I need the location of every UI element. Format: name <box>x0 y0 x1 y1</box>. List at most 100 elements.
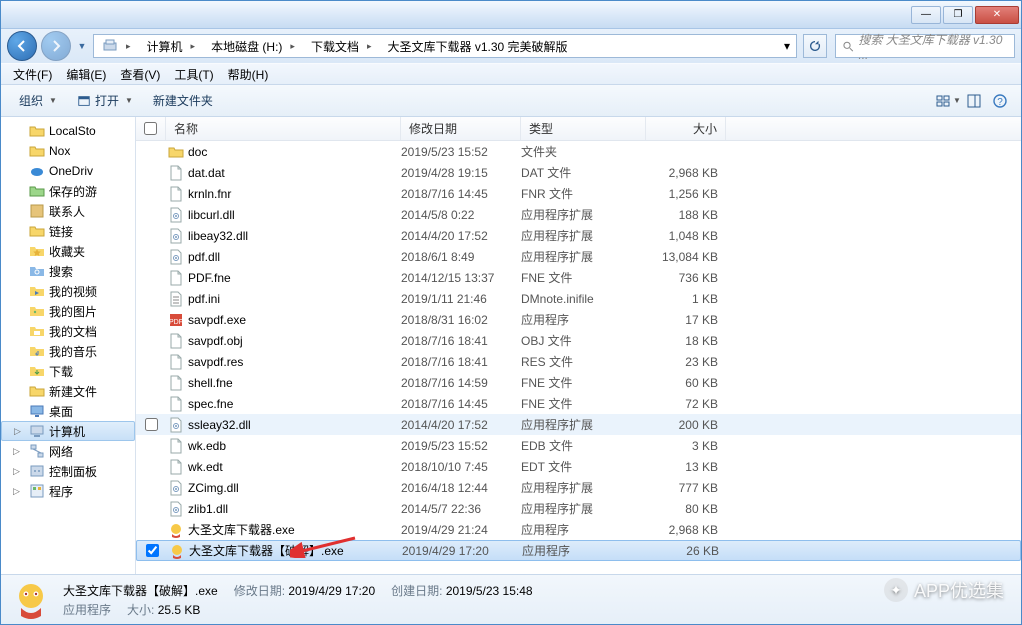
preview-pane-button[interactable] <box>961 89 987 113</box>
file-row[interactable]: PDF.fne2014/12/15 13:37FNE 文件736 KB <box>136 267 1021 288</box>
file-row[interactable]: pdf.ini2019/1/11 21:46DMnote.inifile1 KB <box>136 288 1021 309</box>
menu-file[interactable]: 文件(F) <box>7 64 58 85</box>
file-icon <box>168 438 184 454</box>
sidebar-item-12[interactable]: 下载 <box>1 361 135 381</box>
sidebar-item-label: 桌面 <box>49 403 73 420</box>
navigation-sidebar[interactable]: LocalStoNox OneDriv 保存的游联系人链接收藏夹搜索我的视频我的图片… <box>1 117 136 574</box>
sidebar-item-11[interactable]: 我的音乐 <box>1 341 135 361</box>
file-row[interactable]: shell.fne2018/7/16 14:59FNE 文件60 KB <box>136 372 1021 393</box>
file-type: EDT 文件 <box>521 458 646 475</box>
sidebar-item-16[interactable]: ▷网络 <box>1 441 135 461</box>
breadcrumb-seg-0[interactable]: 计算机▸ <box>139 35 204 57</box>
desktop-icon <box>29 403 45 419</box>
details-size-label: 大小: <box>127 603 154 617</box>
file-size: 13 KB <box>646 460 726 474</box>
open-button[interactable]: 打开▼ <box>67 88 143 113</box>
svg-text:PDF: PDF <box>169 319 183 326</box>
tree-expand-icon[interactable]: ▷ <box>13 446 20 457</box>
file-list[interactable]: doc2019/5/23 15:52文件夹dat.dat2019/4/28 19… <box>136 141 1021 574</box>
sidebar-item-2[interactable]: OneDriv <box>1 161 135 181</box>
file-row[interactable]: dat.dat2019/4/28 19:15DAT 文件2,968 KB <box>136 162 1021 183</box>
close-button[interactable]: ✕ <box>975 6 1019 24</box>
minimize-button[interactable]: — <box>911 6 941 24</box>
sidebar-item-1[interactable]: Nox <box>1 141 135 161</box>
file-type: 应用程序扩展 <box>521 479 646 496</box>
breadcrumb-seg-1[interactable]: 本地磁盘 (H:)▸ <box>203 35 303 57</box>
back-button[interactable] <box>7 31 37 61</box>
file-row[interactable]: ZCimg.dll2016/4/18 12:44应用程序扩展777 KB <box>136 477 1021 498</box>
file-row[interactable]: spec.fne2018/7/16 14:45FNE 文件72 KB <box>136 393 1021 414</box>
menu-tools[interactable]: 工具(T) <box>168 64 219 85</box>
nav-history-dropdown[interactable]: ▼ <box>75 33 89 59</box>
onedrive-icon <box>29 163 45 179</box>
file-checkbox[interactable] <box>145 418 158 431</box>
file-type: 应用程序扩展 <box>521 227 646 244</box>
view-options-button[interactable]: ▼ <box>935 89 961 113</box>
breadcrumb-seg-2[interactable]: 下载文档▸ <box>303 35 380 57</box>
sidebar-item-8[interactable]: 我的视频 <box>1 281 135 301</box>
file-size: 17 KB <box>646 313 726 327</box>
file-name: ssleay32.dll <box>188 418 251 432</box>
file-row[interactable]: krnln.fnr2018/7/16 14:45FNR 文件1,256 KB <box>136 183 1021 204</box>
breadcrumb-root-icon[interactable]: ▸ <box>94 35 139 57</box>
select-all-checkbox[interactable] <box>144 122 157 135</box>
file-name: savpdf.exe <box>188 313 246 327</box>
sidebar-item-14[interactable]: 桌面 <box>1 401 135 421</box>
tree-expand-icon[interactable]: ▷ <box>14 426 21 437</box>
tree-expand-icon[interactable]: ▷ <box>13 466 20 477</box>
file-row[interactable]: ssleay32.dll2014/4/20 17:52应用程序扩展200 KB <box>136 414 1021 435</box>
file-row[interactable]: wk.edb2019/5/23 15:52EDB 文件3 KB <box>136 435 1021 456</box>
column-name[interactable]: 名称 <box>166 117 401 140</box>
file-name: wk.edb <box>188 439 226 453</box>
file-area: 名称 修改日期 类型 大小 doc2019/5/23 15:52文件夹dat.d… <box>136 117 1021 574</box>
address-bar[interactable]: ▸ 计算机▸ 本地磁盘 (H:)▸ 下载文档▸ 大圣文库下载器 v1.30 完美… <box>93 34 797 58</box>
column-size[interactable]: 大小 <box>646 117 726 140</box>
file-checkbox[interactable] <box>146 544 159 557</box>
sidebar-item-10[interactable]: 我的文档 <box>1 321 135 341</box>
file-size: 200 KB <box>646 418 726 432</box>
file-row[interactable]: pdf.dll2018/6/1 8:49应用程序扩展13,084 KB <box>136 246 1021 267</box>
tree-expand-icon[interactable]: ▷ <box>13 486 20 497</box>
file-type: 应用程序 <box>521 311 646 328</box>
search-input[interactable]: 搜索 大圣文库下载器 v1.30 ... <box>835 34 1015 58</box>
address-dropdown[interactable]: ▾ <box>778 35 796 57</box>
sidebar-item-4[interactable]: 联系人 <box>1 201 135 221</box>
maximize-button[interactable]: ❐ <box>943 6 973 24</box>
organize-button[interactable]: 组织▼ <box>9 88 67 113</box>
sidebar-item-7[interactable]: 搜索 <box>1 261 135 281</box>
column-checkbox[interactable] <box>136 117 166 140</box>
help-button[interactable]: ? <box>987 89 1013 113</box>
column-type[interactable]: 类型 <box>521 117 646 140</box>
new-folder-button[interactable]: 新建文件夹 <box>143 88 223 113</box>
file-row[interactable]: savpdf.res2018/7/16 18:41RES 文件23 KB <box>136 351 1021 372</box>
file-row[interactable]: libcurl.dll2014/5/8 0:22应用程序扩展188 KB <box>136 204 1021 225</box>
menu-view[interactable]: 查看(V) <box>114 64 166 85</box>
column-date[interactable]: 修改日期 <box>401 117 521 140</box>
file-icon <box>168 333 184 349</box>
refresh-button[interactable] <box>803 34 827 58</box>
sidebar-item-0[interactable]: LocalSto <box>1 121 135 141</box>
sidebar-item-18[interactable]: ▷程序 <box>1 481 135 501</box>
menu-edit[interactable]: 编辑(E) <box>60 64 112 85</box>
file-row[interactable]: wk.edt2018/10/10 7:45EDT 文件13 KB <box>136 456 1021 477</box>
sidebar-item-6[interactable]: 收藏夹 <box>1 241 135 261</box>
breadcrumb-seg-3[interactable]: 大圣文库下载器 v1.30 完美破解版 <box>379 35 571 57</box>
sidebar-item-3[interactable]: 保存的游 <box>1 181 135 201</box>
file-row[interactable]: zlib1.dll2014/5/7 22:36应用程序扩展80 KB <box>136 498 1021 519</box>
sidebar-item-17[interactable]: ▷控制面板 <box>1 461 135 481</box>
sidebar-item-label: OneDriv <box>49 164 93 178</box>
file-row[interactable]: libeay32.dll2014/4/20 17:52应用程序扩展1,048 K… <box>136 225 1021 246</box>
file-row[interactable]: doc2019/5/23 15:52文件夹 <box>136 141 1021 162</box>
forward-button[interactable] <box>41 31 71 61</box>
sidebar-item-5[interactable]: 链接 <box>1 221 135 241</box>
file-date: 2014/4/20 17:52 <box>401 229 521 243</box>
file-row[interactable]: savpdf.obj2018/7/16 18:41OBJ 文件18 KB <box>136 330 1021 351</box>
file-row[interactable]: PDFsavpdf.exe2018/8/31 16:02应用程序17 KB <box>136 309 1021 330</box>
file-row[interactable]: 大圣文库下载器.exe2019/4/29 21:24应用程序2,968 KB <box>136 519 1021 540</box>
sidebar-item-13[interactable]: 新建文件 <box>1 381 135 401</box>
sidebar-item-15[interactable]: ▷计算机 <box>1 421 135 441</box>
sidebar-item-9[interactable]: 我的图片 <box>1 301 135 321</box>
menu-help[interactable]: 帮助(H) <box>222 64 275 85</box>
file-row[interactable]: 大圣文库下载器【破解】.exe2019/4/29 17:20应用程序26 KB <box>136 540 1021 561</box>
details-type: 应用程序 <box>63 601 111 618</box>
